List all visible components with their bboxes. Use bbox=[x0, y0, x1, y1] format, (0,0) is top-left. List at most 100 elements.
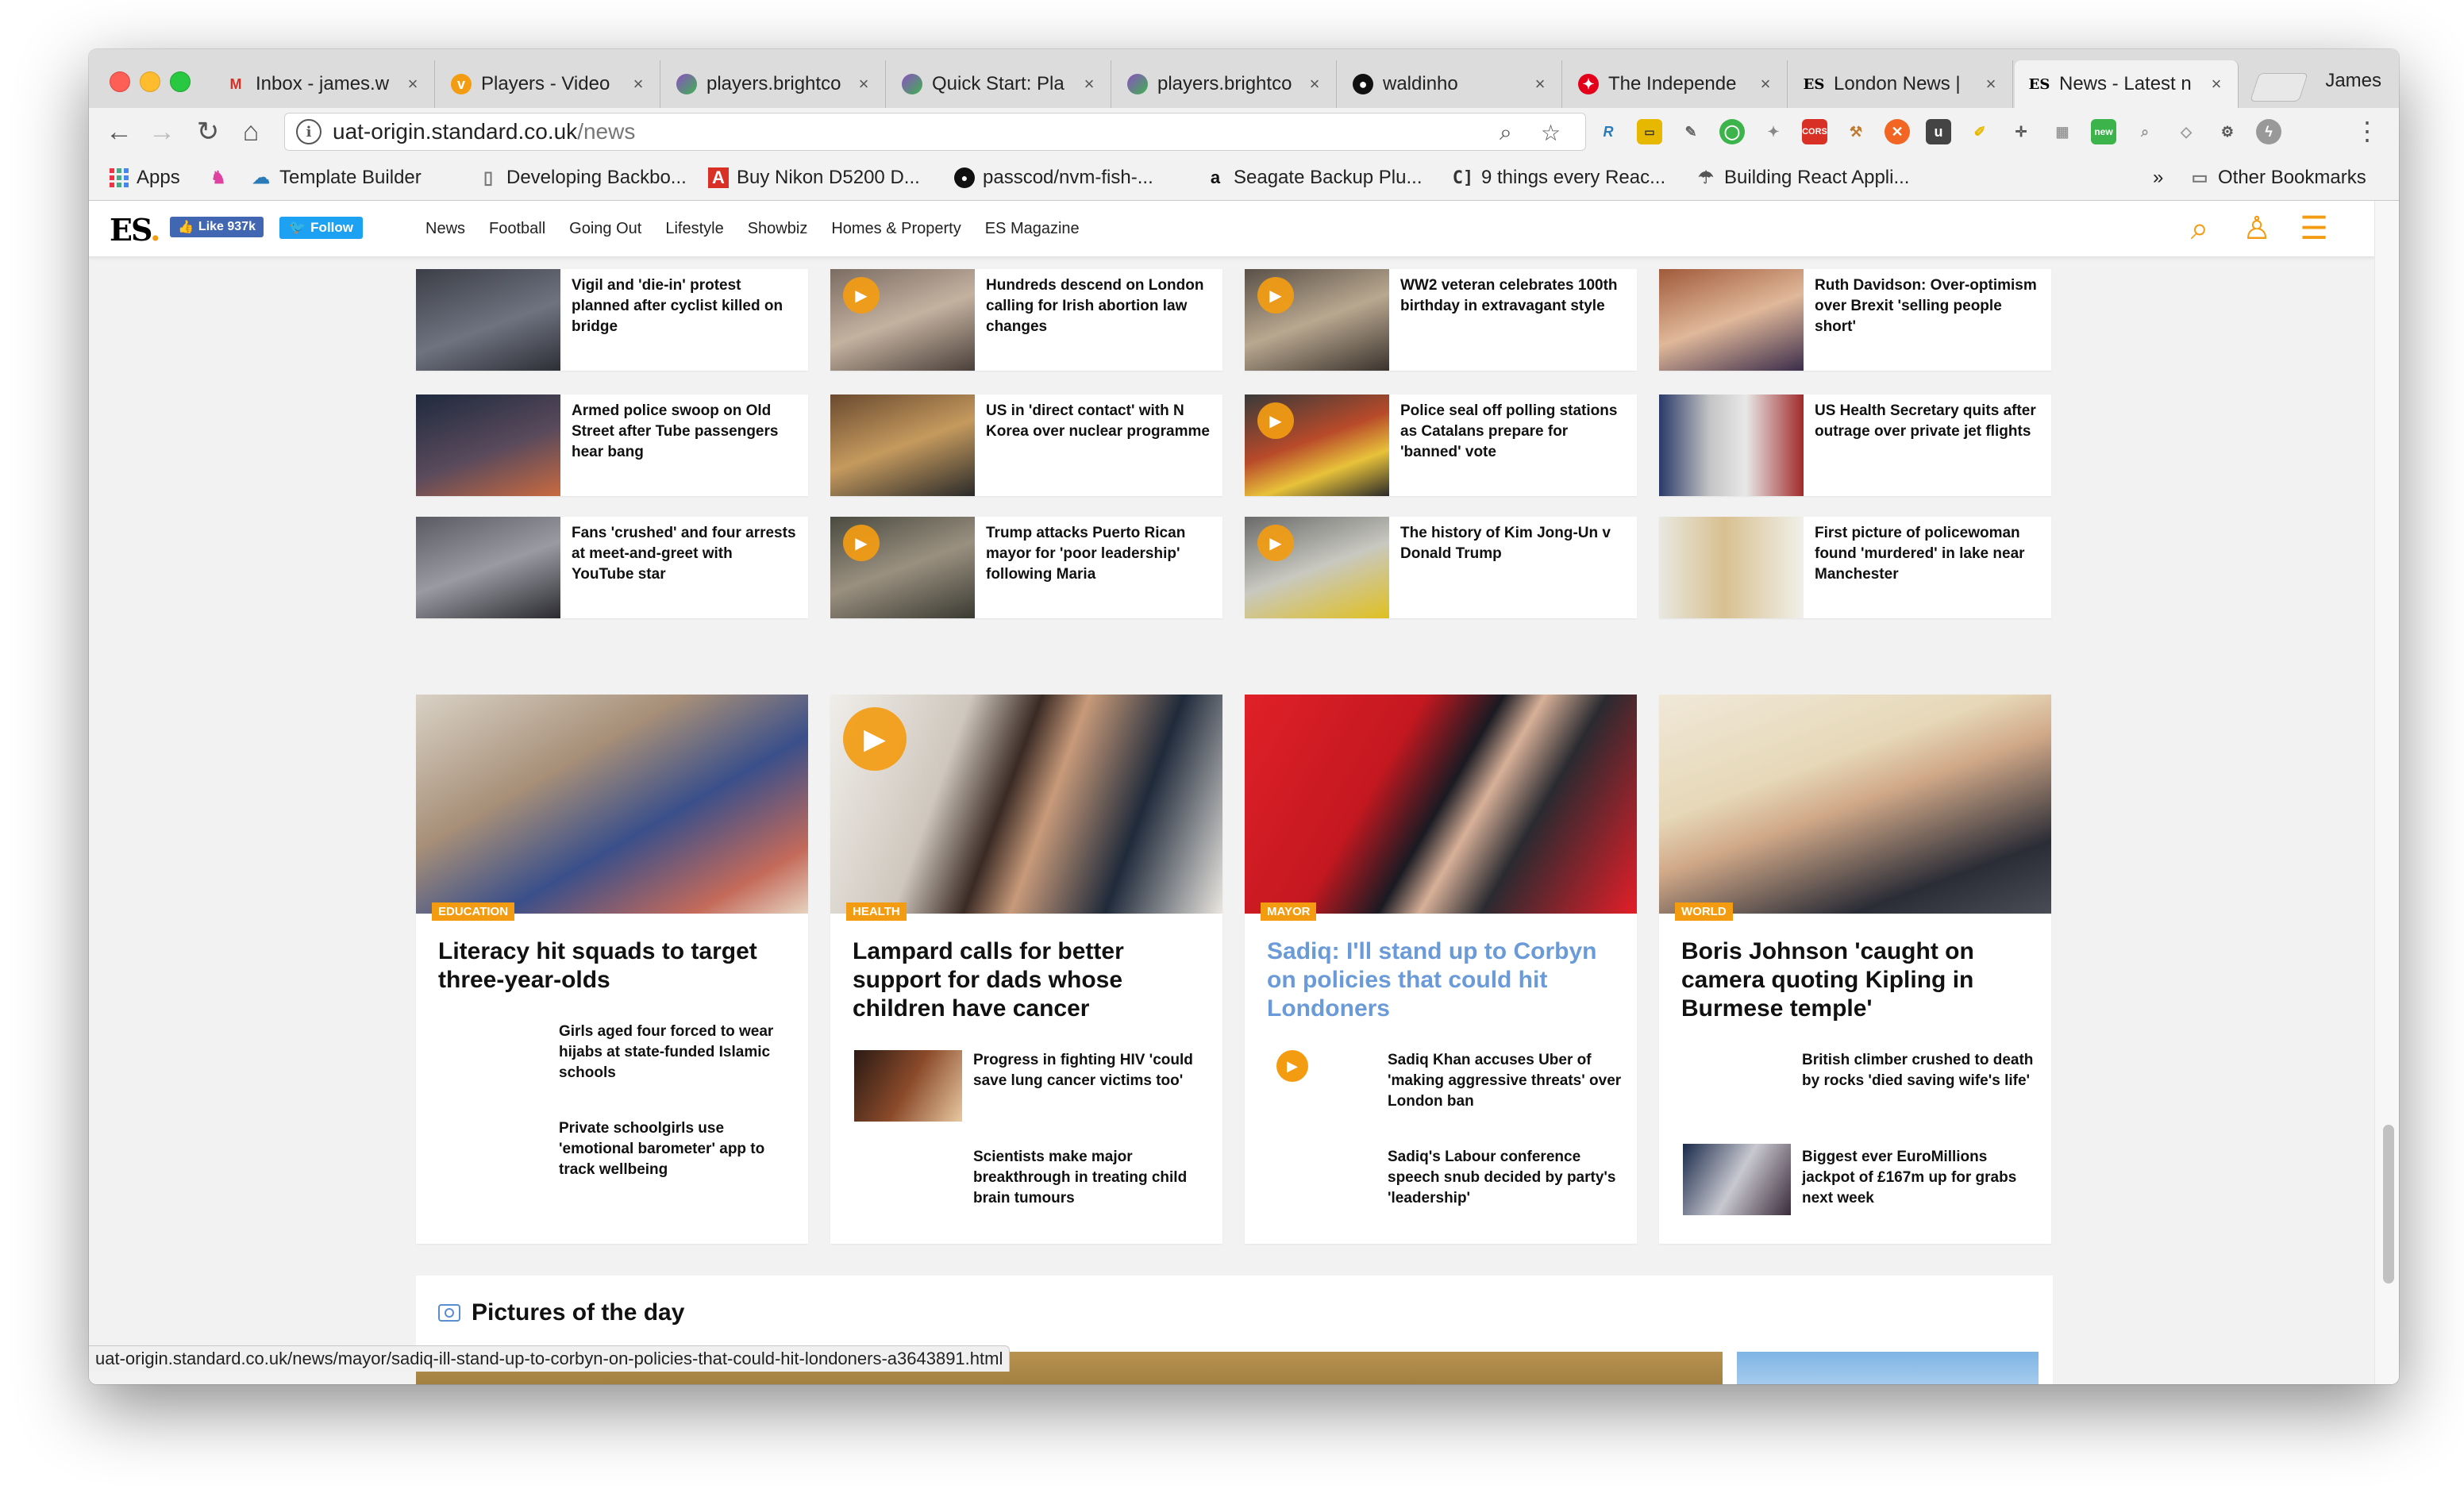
tab-news-latest[interactable]: ES News - Latest n × bbox=[2015, 60, 2239, 108]
extension-u-icon[interactable]: u bbox=[1926, 119, 1951, 144]
story-headline[interactable]: Ruth Davidson: Over-optimism over Brexit… bbox=[1815, 275, 2042, 337]
story-card[interactable]: ▶ WW2 veteran celebrates 100th birthday … bbox=[1245, 269, 1637, 371]
related-story-link[interactable]: British climber crushed to death by rock… bbox=[1802, 1050, 2040, 1091]
lead-story-headline[interactable]: Boris Johnson 'caught on camera quoting … bbox=[1681, 937, 2031, 1023]
nav-football[interactable]: Football bbox=[489, 220, 545, 238]
twitter-follow-button[interactable]: 🐦 Follow bbox=[279, 217, 363, 239]
extension-feather-icon[interactable]: ✦ bbox=[1761, 119, 1786, 144]
close-tab-icon[interactable]: × bbox=[1982, 74, 2000, 94]
search-icon[interactable]: ⌕ bbox=[1500, 120, 1512, 146]
bookmark-passcod[interactable]: ● passcod/nvm-fish-... bbox=[954, 164, 1153, 192]
cors-extension-icon[interactable]: CORS bbox=[1802, 119, 1827, 144]
dropbox-icon[interactable]: ◇ bbox=[2173, 119, 2199, 144]
related-story-link[interactable]: Progress in fighting HIV 'could save lun… bbox=[973, 1050, 1211, 1091]
lead-story-card[interactable]: ▶ HEALTH Lampard calls for better suppor… bbox=[830, 695, 1222, 1244]
reload-icon[interactable]: ↻ bbox=[191, 114, 225, 149]
related-story-link[interactable]: Scientists make major breakthrough in tr… bbox=[973, 1147, 1211, 1209]
browser-menu-icon[interactable]: ⋮ bbox=[2354, 116, 2380, 146]
nav-es-magazine[interactable]: ES Magazine bbox=[985, 220, 1080, 238]
story-headline[interactable]: Police seal off polling stations as Cata… bbox=[1400, 401, 1627, 463]
bookmark-building-react[interactable]: ☂ Building React Appli... bbox=[1696, 164, 1909, 192]
story-headline[interactable]: Trump attacks Puerto Rican mayor for 'po… bbox=[986, 523, 1213, 585]
story-card[interactable]: US Health Secretary quits after outrage … bbox=[1659, 394, 2051, 496]
play-video-icon[interactable]: ▶ bbox=[1257, 277, 1294, 314]
related-story-link[interactable]: Biggest ever EuroMillions jackpot of £16… bbox=[1802, 1147, 2040, 1209]
story-headline[interactable]: Armed police swoop on Old Street after T… bbox=[572, 401, 799, 463]
back-arrow-icon[interactable]: ← bbox=[102, 114, 137, 149]
play-video-icon[interactable]: ▶ bbox=[1276, 1050, 1308, 1082]
hamburger-menu-icon[interactable]: ☰ bbox=[2296, 210, 2332, 247]
extension-pencil-icon[interactable]: ✐ bbox=[1967, 119, 1992, 144]
category-tag[interactable]: HEALTH bbox=[846, 902, 907, 921]
lead-story-headline[interactable]: Lampard calls for better support for dad… bbox=[853, 937, 1202, 1023]
story-headline[interactable]: Vigil and 'die-in' protest planned after… bbox=[572, 275, 799, 337]
story-card[interactable]: Armed police swoop on Old Street after T… bbox=[416, 394, 808, 496]
extension-orange-icon[interactable]: ✕ bbox=[1885, 119, 1910, 144]
category-tag[interactable]: EDUCATION bbox=[432, 902, 515, 921]
tab-inbox[interactable]: M Inbox - james.w × bbox=[211, 60, 435, 108]
account-icon[interactable]: ♙ bbox=[2239, 210, 2275, 247]
bookmark-template-builder[interactable]: ☁ Template Builder bbox=[251, 164, 422, 192]
bookmark-seagate[interactable]: a Seagate Backup Plu... bbox=[1205, 164, 1423, 192]
story-card[interactable]: ▶ Police seal off polling stations as Ca… bbox=[1245, 394, 1637, 496]
extension-bolt-icon[interactable]: ϟ bbox=[2256, 119, 2281, 144]
close-tab-icon[interactable]: × bbox=[629, 74, 647, 94]
lead-story-card[interactable]: WORLD Boris Johnson 'caught on camera qu… bbox=[1659, 695, 2051, 1244]
close-window-button[interactable] bbox=[110, 71, 130, 92]
extension-lens-icon[interactable]: ⌕ bbox=[2132, 119, 2158, 144]
tab-brightcove-players-2[interactable]: players.brightco × bbox=[1113, 60, 1337, 108]
nav-going-out[interactable]: Going Out bbox=[569, 220, 641, 238]
story-headline[interactable]: WW2 veteran celebrates 100th birthday in… bbox=[1400, 275, 1627, 317]
address-bar[interactable]: i uat-origin.standard.co.uk/news ⌕ ☆ bbox=[284, 113, 1586, 151]
lead-story-headline[interactable]: Literacy hit squads to target three-year… bbox=[438, 937, 787, 995]
play-video-icon[interactable]: ▶ bbox=[843, 277, 880, 314]
gear-icon[interactable]: ⚙ bbox=[2215, 119, 2240, 144]
eyedropper-icon[interactable]: ✎ bbox=[1678, 119, 1704, 144]
close-tab-icon[interactable]: × bbox=[2208, 74, 2225, 94]
bookmark-apps[interactable]: Apps bbox=[110, 164, 180, 192]
related-story-link[interactable]: Sadiq Khan accuses Uber of 'making aggre… bbox=[1388, 1050, 1626, 1112]
story-card[interactable]: ▶ The history of Kim Jong-Un v Donald Tr… bbox=[1245, 517, 1637, 618]
category-tag[interactable]: WORLD bbox=[1675, 902, 1733, 921]
close-tab-icon[interactable]: × bbox=[404, 74, 422, 94]
close-tab-icon[interactable]: × bbox=[1306, 74, 1323, 94]
es-logo[interactable]: ES. bbox=[110, 212, 160, 248]
story-card[interactable]: ▶ Trump attacks Puerto Rican mayor for '… bbox=[830, 517, 1222, 618]
tab-quick-start[interactable]: Quick Start: Pla × bbox=[887, 60, 1111, 108]
facebook-like-button[interactable]: 👍 Like 937k bbox=[170, 217, 264, 237]
category-tag[interactable]: MAYOR bbox=[1261, 902, 1317, 921]
tab-london-news[interactable]: ES London News | × bbox=[1789, 60, 2013, 108]
story-card[interactable]: ▶ Hundreds descend on London calling for… bbox=[830, 269, 1222, 371]
extension-grid-icon[interactable]: ▦ bbox=[2050, 119, 2075, 144]
story-card[interactable]: US in 'direct contact' with N Korea over… bbox=[830, 394, 1222, 496]
extension-ruler-icon[interactable]: ▭ bbox=[1637, 119, 1662, 144]
nav-homes-property[interactable]: Homes & Property bbox=[831, 220, 961, 238]
related-story-link[interactable]: Girls aged four forced to wear hijabs at… bbox=[559, 1022, 797, 1083]
play-video-icon[interactable]: ▶ bbox=[843, 707, 907, 771]
story-card[interactable]: Fans 'crushed' and four arrests at meet-… bbox=[416, 517, 808, 618]
home-icon[interactable]: ⌂ bbox=[233, 114, 268, 149]
scrollbar-thumb[interactable] bbox=[2383, 1125, 2394, 1283]
bookmark-star-icon[interactable]: ☆ bbox=[1541, 120, 1561, 146]
extension-green-icon[interactable]: ◯ bbox=[1719, 119, 1745, 144]
story-headline[interactable]: Hundreds descend on London calling for I… bbox=[986, 275, 1213, 337]
tab-independent[interactable]: ✦ The Independe × bbox=[1564, 60, 1788, 108]
close-tab-icon[interactable]: × bbox=[1531, 74, 1549, 94]
story-headline[interactable]: US in 'direct contact' with N Korea over… bbox=[986, 401, 1213, 442]
nav-lifestyle[interactable]: Lifestyle bbox=[665, 220, 723, 238]
page-scrollbar[interactable] bbox=[2374, 201, 2399, 1384]
search-icon[interactable]: ⌕ bbox=[2181, 210, 2218, 247]
tab-players-video[interactable]: v Players - Video × bbox=[437, 60, 660, 108]
story-headline[interactable]: US Health Secretary quits after outrage … bbox=[1815, 401, 2042, 442]
bookmark-unicorn[interactable]: ♞ bbox=[208, 164, 237, 192]
lead-story-card[interactable]: MAYOR Sadiq: I'll stand up to Corbyn on … bbox=[1245, 695, 1637, 1244]
extension-new-icon[interactable]: new bbox=[2091, 119, 2116, 144]
bookmark-developing-backbone[interactable]: ▯ Developing Backbo... bbox=[478, 164, 687, 192]
tab-brightcove-players[interactable]: players.brightco × bbox=[662, 60, 886, 108]
forward-arrow-icon[interactable]: → bbox=[144, 114, 179, 149]
close-tab-icon[interactable]: × bbox=[855, 74, 872, 94]
nav-news[interactable]: News bbox=[425, 220, 465, 238]
minimize-window-button[interactable] bbox=[140, 71, 160, 92]
story-card[interactable]: Vigil and 'die-in' protest planned after… bbox=[416, 269, 808, 371]
bookmark-other-bookmarks[interactable]: ▭ Other Bookmarks bbox=[2189, 164, 2366, 192]
